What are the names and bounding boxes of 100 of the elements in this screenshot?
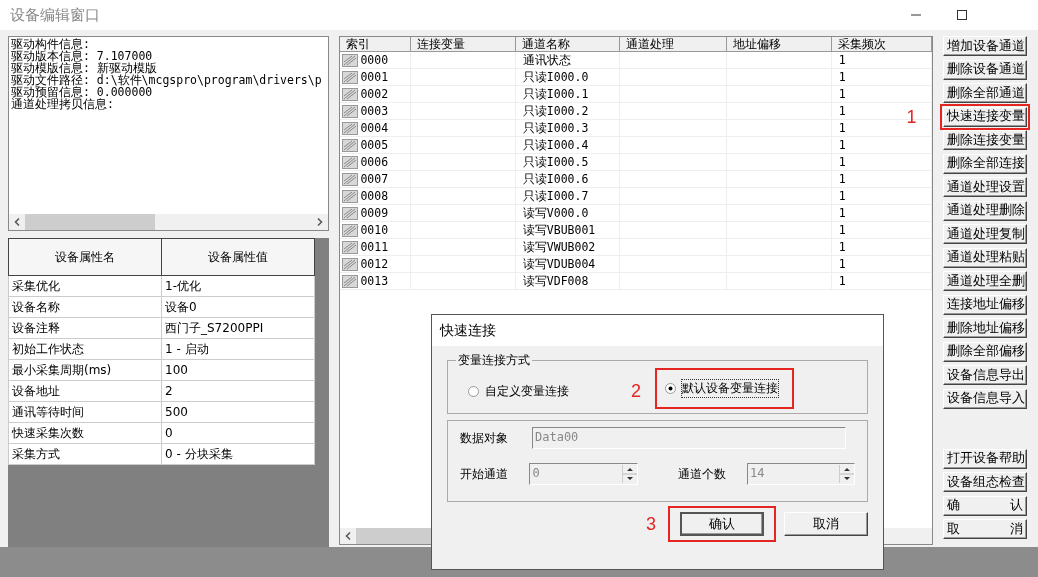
side-button[interactable]: 删除地址偏移 xyxy=(943,318,1028,338)
table-cell: 1 xyxy=(831,86,933,103)
table-cell: 读写VBUB001 xyxy=(515,222,621,239)
chip-icon xyxy=(342,189,359,203)
side-button[interactable]: 删除全部通道 xyxy=(943,83,1028,103)
table-cell: 只读I000.5 xyxy=(515,154,621,171)
table-cell: 快速采集次数 xyxy=(8,422,162,444)
side-button[interactable]: 通道处理粘贴 xyxy=(943,247,1028,268)
table-cell: 1 xyxy=(831,188,933,205)
table-cell: 只读I000.6 xyxy=(515,171,621,188)
table-cell: 1 xyxy=(831,137,933,154)
spin-arrows-icon[interactable] xyxy=(621,465,637,483)
table-cell: 只读I000.4 xyxy=(515,137,621,154)
side-button[interactable]: 设备信息导入 xyxy=(943,388,1028,409)
table-cell: 1 - 启动 xyxy=(161,338,315,360)
side-button[interactable]: 确 认 xyxy=(943,495,1028,516)
chip-icon xyxy=(342,257,359,271)
column-header[interactable]: 地址偏移 xyxy=(727,37,832,52)
table-cell: 读写V000.0 xyxy=(515,205,621,222)
column-header: 设备属性值 xyxy=(161,238,315,276)
table-cell: 读写VWUB002 xyxy=(515,239,621,256)
table-cell: 0003 xyxy=(360,104,389,118)
scroll-right-icon[interactable] xyxy=(317,218,324,226)
chip-icon xyxy=(342,172,359,186)
field-label: 通道个数 xyxy=(677,465,727,483)
column-header: 设备属性名 xyxy=(8,238,162,276)
side-button[interactable]: 打开设备帮助 xyxy=(943,448,1028,469)
info-line: 驱动构件信息: xyxy=(11,38,91,50)
side-button[interactable]: 通道处理删除 xyxy=(943,200,1028,221)
table-cell: 1 xyxy=(831,154,933,171)
info-line: 通道处理拷贝信息: xyxy=(11,98,115,110)
spin-arrows-icon[interactable] xyxy=(839,465,854,483)
side-button[interactable]: 连接地址偏移 xyxy=(943,294,1028,315)
table-cell: 0000 xyxy=(360,53,389,67)
maximize-icon[interactable] xyxy=(956,9,968,21)
dialog-button[interactable]: 取消 xyxy=(784,512,868,536)
side-button[interactable]: 取 消 xyxy=(943,519,1028,539)
side-button[interactable]: 删除全部偏移 xyxy=(943,341,1028,362)
table-cell: 1 xyxy=(831,256,933,273)
horizontal-scrollbar[interactable] xyxy=(9,214,329,230)
chip-icon xyxy=(342,274,359,288)
table-cell: 采集方式 xyxy=(8,443,162,465)
table-cell: 采集优化 xyxy=(8,275,162,297)
scroll-left-icon[interactable] xyxy=(345,532,352,540)
info-line: 驱动版本信息: 7.107000 xyxy=(11,50,153,62)
side-button[interactable]: 删除设备通道 xyxy=(943,59,1028,80)
step-number: 2 xyxy=(631,380,641,402)
chip-icon xyxy=(342,121,359,135)
info-line: 驱动文件路径: d:\软件\mcgspro\program\drivers\p xyxy=(11,74,323,86)
table-cell: 1 xyxy=(831,239,933,256)
step-number: 3 xyxy=(646,513,656,535)
field-label: 数据对象 xyxy=(460,429,509,447)
side-button[interactable]: 设备组态检查 xyxy=(943,472,1028,492)
side-button[interactable]: 设备信息导出 xyxy=(943,365,1028,385)
side-button[interactable]: 快速连接变量 xyxy=(943,106,1028,127)
side-button[interactable]: 通道处理设置 xyxy=(943,177,1028,197)
radio-button[interactable] xyxy=(665,383,676,394)
chip-icon xyxy=(342,223,359,237)
side-button[interactable]: 增加设备通道 xyxy=(943,36,1028,56)
chip-icon xyxy=(342,70,359,84)
table-cell: 0012 xyxy=(360,257,389,271)
table-cell: 100 xyxy=(161,359,315,381)
column-header[interactable]: 通道处理 xyxy=(620,37,728,52)
table-cell: 0004 xyxy=(360,121,389,135)
dialog-button[interactable]: 确认 xyxy=(680,512,764,536)
column-header[interactable]: 通道名称 xyxy=(515,37,621,52)
side-button[interactable]: 通道处理复制 xyxy=(943,224,1028,244)
window-title: 设备编辑窗口 xyxy=(10,5,100,25)
side-button[interactable]: 删除全部连接 xyxy=(943,153,1028,174)
table-cell: 读写VDF008 xyxy=(515,273,621,290)
table-cell: 通讯状态 xyxy=(515,52,621,69)
side-button[interactable]: 通道处理全删 xyxy=(943,271,1028,291)
scrollbar-thumb[interactable] xyxy=(25,214,155,230)
scroll-left-icon[interactable] xyxy=(14,218,20,226)
side-button[interactable]: 删除连接变量 xyxy=(943,130,1028,150)
table-cell: 1-优化 xyxy=(161,275,315,297)
table-cell: 0001 xyxy=(360,70,389,84)
chip-icon xyxy=(342,138,359,152)
chip-icon xyxy=(342,104,359,118)
table-cell: 1 xyxy=(831,205,933,222)
chip-icon xyxy=(342,155,359,169)
group-label: 变量连接方式 xyxy=(457,352,531,369)
column-header[interactable]: 连接变量 xyxy=(411,37,516,52)
table-cell: 0 xyxy=(161,422,315,444)
info-line: 驱动模版信息: 新驱动模版 xyxy=(11,62,157,74)
table-cell: 1 xyxy=(831,222,933,239)
radio-option[interactable]: 默认设备变量连接 xyxy=(657,370,792,407)
table-cell: 1 xyxy=(831,273,933,290)
chip-icon xyxy=(342,53,359,67)
column-header[interactable]: 索引 xyxy=(340,37,412,52)
table-cell: 初始工作状态 xyxy=(8,338,162,360)
table-cell: 设备地址 xyxy=(8,380,162,402)
table-cell: 只读I000.0 xyxy=(515,69,621,86)
radio-button[interactable] xyxy=(468,385,479,397)
table-cell: 0 - 分块采集 xyxy=(161,443,315,465)
column-header[interactable]: 采集频次 xyxy=(831,37,933,52)
table-cell: 0008 xyxy=(360,189,389,203)
chip-icon xyxy=(342,206,359,220)
table-cell: 2 xyxy=(161,380,315,402)
radio-option[interactable]: 自定义变量连接 xyxy=(460,378,577,404)
